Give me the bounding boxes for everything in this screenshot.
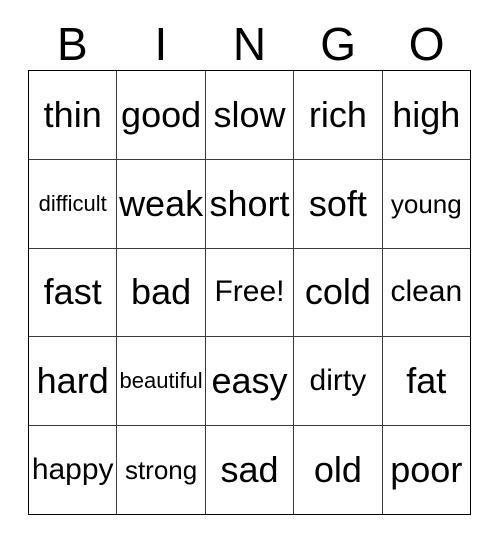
bingo-cell-label: dirty (309, 364, 367, 398)
header-letter-text: B (56, 18, 88, 70)
bingo-cell-label: soft (308, 182, 367, 224)
bingo-header-letter-o: O (382, 18, 471, 70)
bingo-cell-label: strong (124, 455, 198, 486)
bingo-cell[interactable]: clean (382, 248, 471, 338)
bingo-header-row: B I N G O (28, 18, 471, 70)
bingo-cell[interactable]: beautiful (117, 337, 206, 427)
bingo-header-letter-b: B (28, 18, 117, 70)
header-letter-text: O (408, 18, 445, 70)
bingo-cell[interactable]: fast (29, 248, 118, 338)
bingo-cell-free-space[interactable]: Free! (205, 248, 295, 338)
bingo-cell-label: weak (119, 182, 204, 224)
bingo-header-letter-i: I (117, 18, 206, 70)
bingo-cell[interactable]: poor (382, 426, 471, 515)
bingo-cell-label: bad (131, 271, 192, 313)
bingo-cell-label: easy (211, 360, 288, 402)
bingo-cell-label: clean (390, 275, 463, 309)
bingo-grid: thin good slow rich high difficult weak … (28, 70, 471, 515)
bingo-cell-label: cold (304, 271, 371, 313)
bingo-cell-label: fat (406, 360, 447, 402)
header-letter-text: I (154, 18, 168, 70)
bingo-header-letter-g: G (294, 18, 383, 70)
bingo-cell[interactable]: hard (29, 337, 118, 427)
bingo-cell[interactable]: happy (29, 426, 118, 515)
bingo-cell-label: high (392, 93, 461, 135)
bingo-cell-label: good (121, 93, 202, 135)
bingo-cell[interactable]: cold (294, 248, 383, 338)
bingo-cell[interactable]: old (294, 426, 383, 515)
bingo-cell-label: young (390, 188, 462, 219)
bingo-cell[interactable]: rich (294, 71, 383, 160)
bingo-cell[interactable]: easy (205, 337, 295, 427)
bingo-cell[interactable]: high (382, 71, 471, 160)
bingo-cell-label: fast (43, 271, 102, 313)
bingo-cell-label: slow (213, 93, 286, 135)
bingo-cell[interactable]: thin (29, 71, 118, 160)
header-letter-text: N (232, 18, 267, 70)
bingo-cell-label: poor (390, 449, 463, 491)
bingo-cell[interactable]: good (117, 71, 206, 160)
bingo-cell-label: thin (43, 93, 102, 135)
bingo-cell[interactable]: sad (205, 426, 295, 515)
bingo-cell[interactable]: weak (117, 159, 206, 249)
bingo-cell[interactable]: bad (117, 248, 206, 338)
bingo-cell[interactable]: slow (205, 71, 295, 160)
bingo-cell-label: rich (308, 93, 367, 135)
bingo-cell-label: Free! (214, 275, 285, 309)
header-letter-text: G (320, 18, 356, 70)
bingo-cell-label: old (313, 449, 362, 491)
bingo-header-letter-n: N (205, 18, 294, 70)
bingo-cell[interactable]: dirty (294, 337, 383, 427)
bingo-cell[interactable]: strong (117, 426, 206, 515)
bingo-cell-label: hard (36, 360, 109, 402)
bingo-cell-label: happy (31, 453, 114, 487)
bingo-cell[interactable]: fat (382, 337, 471, 427)
bingo-cell[interactable]: young (382, 159, 471, 249)
bingo-cell-label: difficult (38, 190, 107, 216)
bingo-cell-label: beautiful (119, 368, 203, 394)
bingo-cell[interactable]: soft (294, 159, 383, 249)
bingo-card: B I N G O thin good slow rich high diffi… (0, 0, 500, 544)
bingo-cell[interactable]: short (205, 159, 295, 249)
bingo-cell[interactable]: difficult (29, 159, 118, 249)
bingo-cell-label: short (209, 182, 290, 224)
bingo-cell-label: sad (220, 449, 279, 491)
